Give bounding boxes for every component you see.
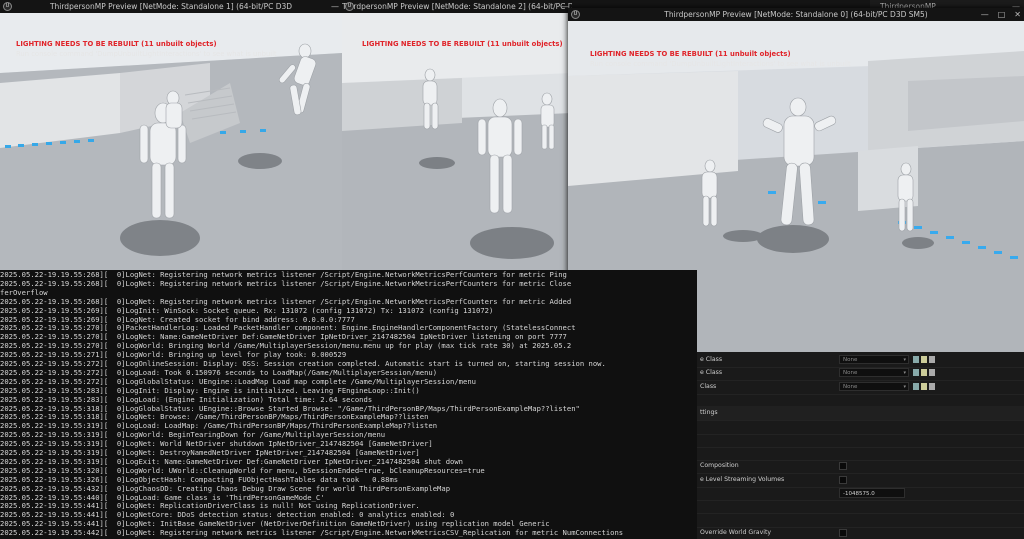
lighting-hint: Run console command 'DumpUnbuiltLightInt… <box>16 50 277 58</box>
close-button[interactable]: ✕ <box>1014 8 1021 21</box>
dropdown-value: None <box>843 357 858 363</box>
window-title-bar[interactable]: U ThirdpersonMP Preview [NetMode: Standa… <box>0 0 342 13</box>
property-checkbox[interactable] <box>839 528 847 537</box>
log-line: 2025.05.22-19.19.55:283][ 0]LogLoad: (En… <box>0 394 373 404</box>
log-line: 2025.05.22-19.19.55:283][ 0]LogInit: Dis… <box>0 385 420 395</box>
window-title: ThirdpersonMP Preview [NetMode: Standalo… <box>49 2 293 11</box>
log-line: 2025.05.22-19.19.55:320][ 0]LogWorld: UW… <box>0 465 485 475</box>
chevron-down-icon: ▾ <box>903 357 906 363</box>
browse-folder-icon[interactable] <box>921 382 927 390</box>
property-label: ttings <box>700 409 718 417</box>
minimize-button[interactable]: — <box>981 8 989 21</box>
unreal-logo-icon: U <box>3 2 12 11</box>
reset-arrow-icon[interactable] <box>913 369 919 377</box>
dropdown-value: None <box>843 370 858 377</box>
chevron-down-icon: ▾ <box>903 370 906 377</box>
output-log[interactable]: 2025.05.22-19.19.55:268][ 0]LogNet: Regi… <box>0 270 697 539</box>
unreal-logo-icon: U <box>571 10 580 19</box>
edit-asset-icon[interactable] <box>929 356 935 363</box>
property-label: Composition <box>700 462 739 470</box>
property-label: Class <box>700 382 717 390</box>
class-dropdown[interactable]: None ▾ <box>839 355 909 364</box>
chevron-down-icon: ▾ <box>903 383 906 390</box>
log-line: 2025.05.22-19.19.55:268][ 0]LogNet: Regi… <box>0 278 572 288</box>
minimize-button[interactable]: — <box>331 0 339 13</box>
log-line: 2025.05.22-19.19.55:326][ 0]LogObjectHas… <box>0 474 399 484</box>
details-row: Override World Gravity <box>697 526 1024 539</box>
log-line: ferOverflow <box>0 287 48 297</box>
edit-asset-icon[interactable] <box>929 382 935 390</box>
property-label: e Class <box>700 356 723 363</box>
lighting-hint: Run console command 'DumpUnbuiltLightInt… <box>590 60 851 68</box>
world-settings-details-panel[interactable]: e Class None ▾ e Class None ▾ Class None ▾ ttings… <box>697 352 1024 539</box>
kill-z-number-field[interactable]: -1048575.0 <box>839 488 905 498</box>
preview-window-standalone-1[interactable]: U ThirdpersonMP Preview [NetMode: Standa… <box>0 0 342 270</box>
window-title-bar[interactable]: U ThirdpersonMP Preview [NetMode: Standa… <box>342 0 572 13</box>
log-line: 2025.05.22-19.19.55:269][ 0]LogInit: Win… <box>0 305 494 315</box>
property-label: Override World Gravity <box>700 528 772 536</box>
unreal-logo-icon: U <box>345 2 354 11</box>
lighting-warning: LIGHTING NEEDS TO BE REBUILT (11 unbuilt… <box>362 40 563 48</box>
dropdown-value: None <box>843 383 858 390</box>
reset-arrow-icon[interactable] <box>913 382 919 390</box>
edit-asset-icon[interactable] <box>929 369 935 377</box>
property-checkbox[interactable] <box>839 462 847 471</box>
property-checkbox[interactable] <box>839 475 847 484</box>
reset-arrow-icon[interactable] <box>913 356 919 363</box>
lighting-warning: LIGHTING NEEDS TO BE REBUILT (11 unbuilt… <box>16 40 217 48</box>
log-line: 2025.05.22-19.19.55:268][ 0]LogNet: Regi… <box>0 296 572 306</box>
log-line: 2025.05.22-19.19.55:432][ 0]LogChaosDD: … <box>0 483 451 493</box>
lighting-warning: LIGHTING NEEDS TO BE REBUILT (11 unbuilt… <box>590 50 791 58</box>
log-line: 2025.05.22-19.19.55:272][ 0]LogGlobalSta… <box>0 376 476 386</box>
browse-folder-icon[interactable] <box>921 356 927 363</box>
browse-folder-icon[interactable] <box>921 369 927 377</box>
property-label: e Level Streaming Volumes <box>700 475 785 483</box>
maximize-button[interactable]: □ <box>998 8 1006 21</box>
class-dropdown[interactable]: None ▾ <box>839 368 909 378</box>
window-title: ThirdpersonMP Preview [NetMode: Standalo… <box>342 2 572 11</box>
window-title-bar[interactable]: U ThirdpersonMP Preview [NetMode: Standa… <box>568 8 1024 21</box>
preview-window-standalone-2[interactable]: U ThirdpersonMP Preview [NetMode: Standa… <box>342 0 572 270</box>
class-dropdown[interactable]: None ▾ <box>839 381 909 391</box>
game-viewport[interactable] <box>342 13 572 270</box>
window-title: ThirdpersonMP Preview [NetMode: Standalo… <box>664 10 928 19</box>
property-label: e Class <box>700 369 723 377</box>
log-line: 2025.05.22-19.19.55:442][ 0]LogNet: Regi… <box>0 528 624 538</box>
